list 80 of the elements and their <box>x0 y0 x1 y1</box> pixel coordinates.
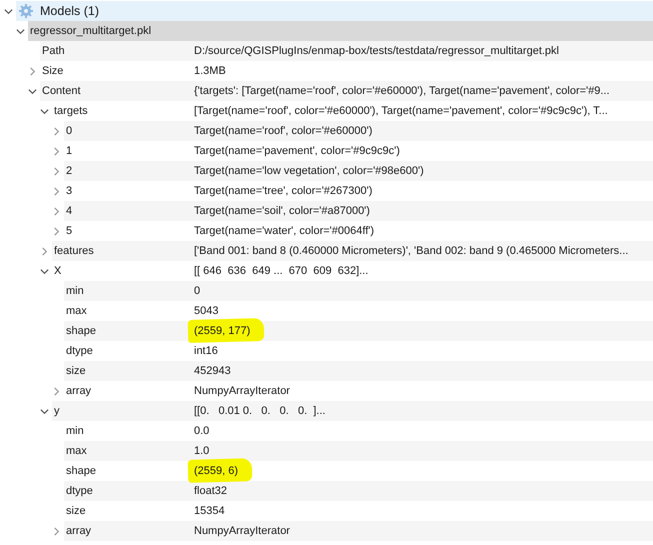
node-value: 15354 <box>194 505 225 517</box>
tree-row[interactable]: min 0 <box>64 281 653 301</box>
node-value: 1.0 <box>194 445 210 457</box>
tree-row[interactable]: max 1.0 <box>64 441 653 461</box>
node-label: 2 <box>66 165 74 177</box>
tree-row[interactable]: 5 Target(name='water', color='#0064ff') <box>64 221 653 241</box>
node-value: [[0. 0.01 0. 0. 0. 0. ]... <box>194 405 326 417</box>
node-value: 452943 <box>194 365 231 377</box>
node-value: D:/source/QGISPlugIns/enmap-box/tests/testdata/regressor_multitarget.pkl <box>194 45 559 57</box>
tree-row[interactable]: 1 Target(name='pavement', color='#9c9c9c') <box>64 141 653 161</box>
node-label: Size <box>42 65 64 77</box>
tree-row[interactable]: 3 Target(name='tree', color='#267300') <box>64 181 653 201</box>
node-value: Target(name='soil', color='#a87000') <box>194 205 370 217</box>
node-label: min <box>66 285 85 297</box>
node-label: features <box>54 245 95 257</box>
node-value: Target(name='low vegetation', color='#98e600') <box>194 165 424 177</box>
tree-row[interactable]: targets [Target(name='roof', color='#e60000'), Target(name='pavement', color='#9c9c9c'), T... <box>52 101 653 121</box>
tree-row[interactable]: min 0.0 <box>64 421 653 441</box>
node-label: min <box>66 425 85 437</box>
tree-row[interactable]: Size 1.3MB <box>40 61 653 81</box>
node-label: Models (1) <box>40 4 100 18</box>
node-label: X <box>54 265 62 277</box>
tree-row[interactable]: shape (2559, 177) <box>64 321 653 341</box>
node-label: dtype <box>66 485 94 497</box>
node-value: (2559, 177) <box>194 325 250 337</box>
node-label: targets <box>54 105 89 117</box>
node-label: size <box>66 365 87 377</box>
node-label: y <box>54 405 60 417</box>
node-value: ['Band 001: band 8 (0.460000 Micrometers)', 'Band 002: band 9 (0.465000 Micrometers... <box>194 245 628 257</box>
node-value: 0.0 <box>194 425 210 437</box>
tree-row[interactable]: array NumpyArrayIterator <box>64 381 653 401</box>
node-value: 0 <box>194 285 200 297</box>
node-label: Path <box>42 45 66 57</box>
tree-row[interactable]: 4 Target(name='soil', color='#a87000') <box>64 201 653 221</box>
node-value: NumpyArrayIterator <box>194 525 290 537</box>
node-label: size <box>66 505 87 517</box>
node-label: 1 <box>66 145 74 157</box>
tree-row[interactable]: Path D:/source/QGISPlugIns/enmap-box/tests/testdata/regressor_multitarget.pkl <box>40 41 653 61</box>
node-label: array <box>66 525 92 537</box>
tree-row[interactable]: array NumpyArrayIterator <box>64 521 653 541</box>
node-value: Target(name='pavement', color='#9c9c9c') <box>194 145 400 157</box>
node-label: regressor_multitarget.pkl <box>30 25 152 37</box>
tree-row[interactable]: regressor_multitarget.pkl <box>28 21 653 41</box>
node-value: 1.3MB <box>194 65 226 77</box>
tree-row[interactable]: 2 Target(name='low vegetation', color='#98e600') <box>64 161 653 181</box>
tree-row[interactable]: 0 Target(name='roof', color='#e60000') <box>64 121 653 141</box>
tree-row[interactable]: Content {'targets': [Target(name='roof', color='#e60000'), Target(name='pavement', color='#9... <box>40 81 653 101</box>
node-label: 5 <box>66 225 74 237</box>
tree-row[interactable]: features ['Band 001: band 8 (0.460000 Micrometers)', 'Band 002: band 9 (0.465000 Micrometers... <box>52 241 653 261</box>
tree-row[interactable]: size 452943 <box>64 361 653 381</box>
node-label: dtype <box>66 345 94 357</box>
tree-row[interactable]: X [[ 646 636 649 ... 670 609 632]... <box>52 261 653 281</box>
node-value: Target(name='tree', color='#267300') <box>194 185 372 197</box>
node-value: Target(name='water', color='#0064ff') <box>194 225 374 237</box>
node-value: {'targets': [Target(name='roof', color='#e60000'), Target(name='pavement', color='#9... <box>194 85 610 97</box>
tree-row[interactable]: shape (2559, 6) <box>64 461 653 481</box>
node-label: max <box>66 445 88 457</box>
node-label: shape <box>66 325 97 337</box>
node-value: NumpyArrayIterator <box>194 385 290 397</box>
node-value: float32 <box>194 485 228 497</box>
tree-row[interactable]: size 15354 <box>64 501 653 521</box>
tree-row[interactable]: Models (1) <box>16 1 653 21</box>
tree-row[interactable]: max 5043 <box>64 301 653 321</box>
node-label: array <box>66 385 92 397</box>
tree-row[interactable]: dtype int16 <box>64 341 653 361</box>
tree-row[interactable]: y [[0. 0.01 0. 0. 0. 0. ]... <box>52 401 653 421</box>
node-value: int16 <box>194 345 218 357</box>
node-label: max <box>66 305 88 317</box>
gear-icon <box>18 3 34 19</box>
node-label: Content <box>42 85 82 97</box>
node-value: 5043 <box>194 305 218 317</box>
node-label: shape <box>66 465 97 477</box>
node-value: Target(name='roof', color='#e60000') <box>194 125 372 137</box>
node-label: 0 <box>66 125 74 137</box>
node-label: 3 <box>66 185 74 197</box>
tree-row[interactable]: dtype float32 <box>64 481 653 501</box>
node-value: [Target(name='roof', color='#e60000'), Target(name='pavement', color='#9c9c9c'), T... <box>194 105 608 117</box>
node-value: (2559, 6) <box>194 465 238 477</box>
node-label: 4 <box>66 205 74 217</box>
node-value: [[ 646 636 649 ... 670 609 632]... <box>194 265 368 277</box>
